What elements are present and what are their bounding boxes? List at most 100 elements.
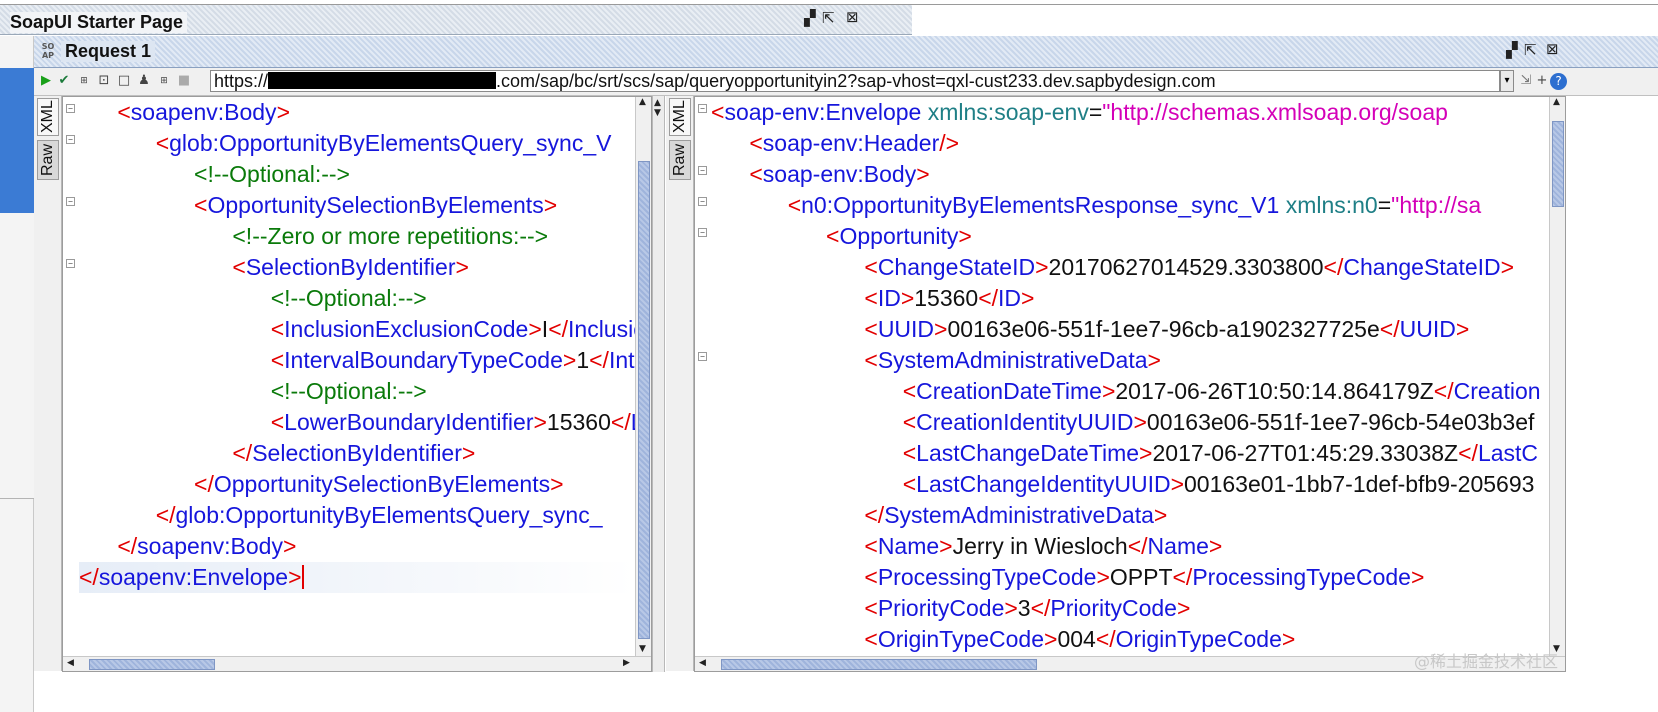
scroll-left-icon[interactable]: ◀ [67, 658, 74, 668]
close-icon[interactable]: ⊠ [1546, 40, 1559, 58]
code-line[interactable]: </soapenv:Body> [79, 531, 635, 562]
fold-toggle-icon[interactable]: − [66, 259, 75, 268]
code-line[interactable]: <LastChangeDateTime>2017-06-27T01:45:29.… [711, 438, 1549, 469]
code-line[interactable]: <CreationIdentityUUID>00163e06-551f-1ee7… [711, 407, 1549, 438]
tab-xml[interactable]: XML [669, 98, 691, 136]
code-line[interactable]: <soap-env:Body> [711, 159, 1549, 190]
fold-toggle-icon[interactable]: − [66, 197, 75, 206]
scroll-thumb[interactable] [721, 659, 1037, 670]
minimize-icon[interactable]: ▞ [1506, 41, 1518, 59]
response-editor[interactable]: − − − − − <soap-env:Envelope xmlns:soap-… [694, 96, 1566, 672]
code-line[interactable]: <ProcessingTypeCode>OPPT</ProcessingType… [711, 562, 1549, 593]
fold-toggle-icon[interactable]: − [698, 197, 707, 206]
xml-token: "http://sa [1391, 192, 1482, 218]
code-line[interactable]: </glob:OpportunityByElementsQuery_sync_ [79, 500, 635, 531]
play-icon[interactable]: ▶ [38, 72, 54, 90]
code-line[interactable]: </SelectionByIdentifier> [79, 438, 635, 469]
fold-toggle-icon[interactable]: − [66, 104, 75, 113]
stop-icon[interactable]: □ [116, 72, 132, 90]
xml-token: > [455, 254, 469, 280]
code-line[interactable]: <LowerBoundaryIdentifier>15360</Lov [79, 407, 635, 438]
url-dropdown-button[interactable]: ▾ [1500, 70, 1514, 92]
xml-token: </ [1458, 440, 1478, 466]
code-line[interactable]: <PriorityCode>3</PriorityCode> [711, 593, 1549, 624]
request-xml-text[interactable]: <soapenv:Body> <glob:OpportunityByElemen… [79, 97, 635, 657]
user-icon[interactable]: ♟ [136, 72, 152, 90]
code-line[interactable]: <!--Zero or more repetitions:--> [79, 221, 635, 252]
request-editor[interactable]: − − − − <soapenv:Body> <glob:Opportunity… [62, 96, 652, 672]
code-line[interactable]: </SystemAdministrativeData> [711, 500, 1549, 531]
close-icon[interactable]: ⊠ [846, 8, 859, 26]
scroll-thumb[interactable] [638, 161, 650, 639]
tab-raw[interactable]: Raw [37, 140, 59, 180]
xml-token: < [270, 316, 285, 342]
scroll-thumb[interactable] [1552, 121, 1564, 207]
create-test-icon[interactable]: ⊡ [96, 72, 112, 90]
help-icon[interactable]: ? [1550, 73, 1567, 90]
xml-token: soap-env:Body [762, 161, 917, 187]
code-line[interactable]: <ID>15360</ID> [711, 283, 1549, 314]
scroll-up-icon[interactable]: ▲ [1553, 97, 1560, 107]
starter-page-tab[interactable]: SoapUI Starter Page ▞ ⇱ ⊠ [0, 5, 912, 35]
fold-toggle-icon[interactable]: − [698, 228, 707, 237]
request-horizontal-scrollbar[interactable]: ◀ ▶ [63, 656, 651, 671]
code-line[interactable]: <!--Optional:--> [79, 159, 635, 190]
code-line[interactable]: <InclusionExclusionCode>I</Inclusion [79, 314, 635, 345]
code-line[interactable]: <IntervalBoundaryTypeCode>1</Interv [79, 345, 635, 376]
edit-endpoint-icon[interactable]: ⇲ [1518, 72, 1534, 90]
xml-token: xmlns:soap-env [927, 99, 1089, 125]
code-line[interactable]: <soapenv:Body> [79, 97, 635, 128]
fold-toggle-icon[interactable]: − [66, 135, 75, 144]
ws-icon[interactable]: ⊞ [156, 72, 172, 90]
request-vertical-scrollbar[interactable]: ▲ ▼ [635, 97, 651, 657]
scroll-left-icon[interactable]: ◀ [699, 658, 706, 668]
code-line[interactable]: <Name>Jerry in Wiesloch</Name> [711, 531, 1549, 562]
maximize-icon[interactable]: ⇱ [1524, 41, 1537, 59]
code-line[interactable]: <UUID>00163e06-551f-1ee7-96cb-a190232772… [711, 314, 1549, 345]
navigator-selection[interactable] [0, 68, 34, 213]
code-line[interactable]: <Opportunity> [711, 221, 1549, 252]
xml-token: SelectionByIdentifier [245, 254, 456, 280]
collapse-up-icon[interactable]: ▲ [654, 98, 661, 108]
request-window-titlebar[interactable]: SO AP Request 1 ▞ ⇱ ⊠ [34, 36, 1658, 68]
split-divider[interactable]: ▲ ▼ [652, 96, 665, 672]
maximize-icon[interactable]: ⇱ [822, 9, 835, 27]
run-all-icon[interactable]: ✔ [56, 72, 72, 90]
code-line[interactable]: <n0:OpportunityByElementsResponse_sync_V… [711, 190, 1549, 221]
code-line[interactable]: <soap-env:Envelope xmlns:soap-env="http:… [711, 97, 1549, 128]
code-line[interactable]: <OpportunitySelectionByElements> [79, 190, 635, 221]
code-line[interactable]: <glob:OpportunityByElementsQuery_sync_V [79, 128, 635, 159]
code-line[interactable]: <SelectionByIdentifier> [79, 252, 635, 283]
scroll-up-icon[interactable]: ▲ [639, 97, 646, 107]
collapse-down-icon[interactable]: ▼ [654, 108, 661, 118]
code-line[interactable]: <LastChangeIdentityUUID>00163e01-1bb7-1d… [711, 469, 1549, 500]
scroll-right-icon[interactable]: ▶ [623, 658, 630, 668]
code-line[interactable]: <!--Optional:--> [79, 376, 635, 407]
code-line[interactable]: <soap-env:Header/> [711, 128, 1549, 159]
add-icon[interactable]: + [1534, 72, 1550, 90]
fold-toggle-icon[interactable]: − [698, 166, 707, 175]
code-line[interactable]: <!--Optional:--> [79, 283, 635, 314]
tab-xml[interactable]: XML [37, 98, 59, 136]
code-line[interactable]: <CreationDateTime>2017-06-26T10:50:14.86… [711, 376, 1549, 407]
code-line[interactable]: </OpportunitySelectionByElements> [79, 469, 635, 500]
xml-token: > [1170, 471, 1185, 497]
fold-toggle-icon[interactable]: − [698, 104, 707, 113]
minimize-icon[interactable]: ▞ [804, 9, 816, 27]
scroll-down-icon[interactable]: ▼ [639, 644, 646, 654]
soap-action-icon[interactable]: ⊞ [76, 72, 92, 90]
code-line[interactable]: <ChangeStateID>20170627014529.3303800</C… [711, 252, 1549, 283]
code-line[interactable]: </soapenv:Envelope> [79, 562, 635, 593]
fold-toggle-icon[interactable]: − [698, 352, 707, 361]
endpoint-url-input[interactable]: https:// .com/sap/bc/srt/scs/sap/queryopp… [210, 70, 1500, 92]
tab-raw[interactable]: Raw [669, 140, 691, 180]
scroll-thumb[interactable] [89, 659, 215, 670]
code-line[interactable]: <SystemAdministrativeData> [711, 345, 1549, 376]
response-vertical-scrollbar[interactable]: ▲ ▼ [1549, 97, 1565, 657]
response-xml-text[interactable]: <soap-env:Envelope xmlns:soap-env="http:… [711, 97, 1549, 657]
